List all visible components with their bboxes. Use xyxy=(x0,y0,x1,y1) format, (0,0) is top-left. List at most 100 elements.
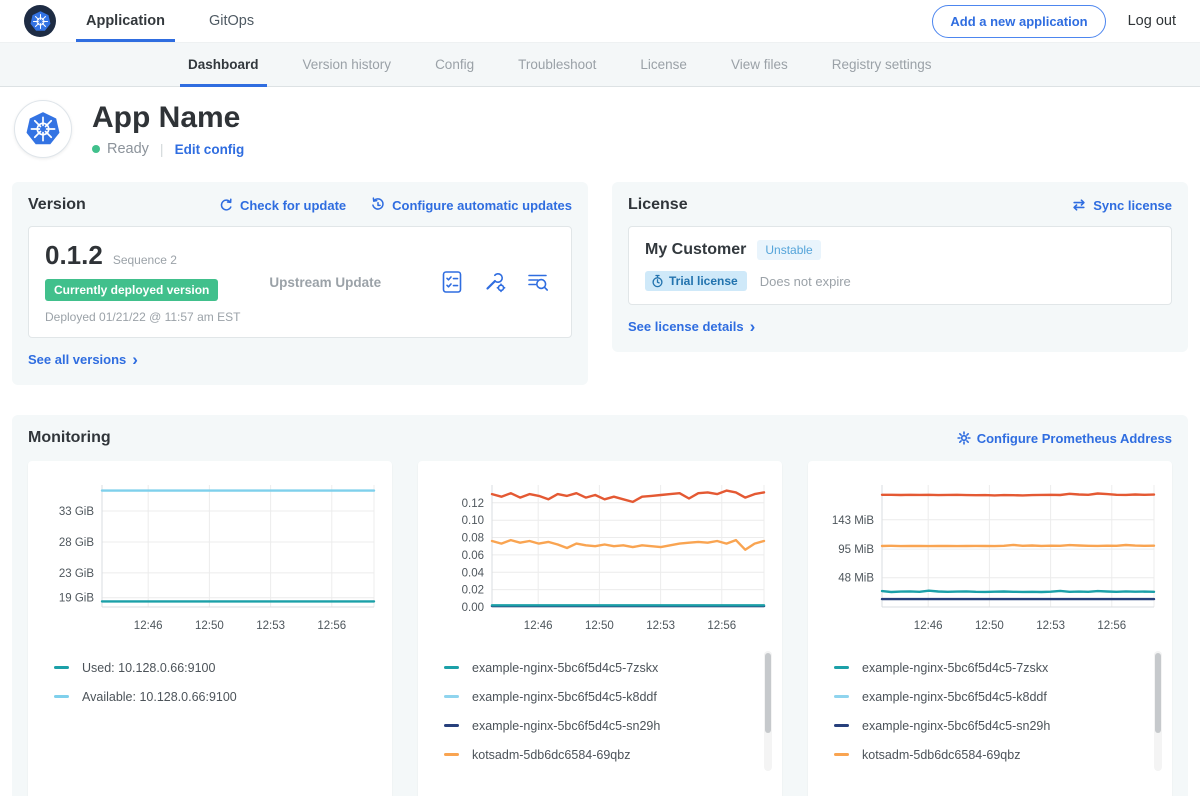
legend-swatch xyxy=(444,753,459,756)
cpu-usage-legend: example-nginx-5bc6f5d4c5-7zskx example-ng… xyxy=(428,653,772,769)
svg-text:12:53: 12:53 xyxy=(256,620,285,632)
legend-swatch xyxy=(444,695,459,698)
subnav-tab-config[interactable]: Config xyxy=(413,43,496,86)
license-type-badge: Trial license xyxy=(645,271,747,291)
svg-text:0.00: 0.00 xyxy=(462,602,484,614)
see-license-details-link[interactable]: See license details› xyxy=(628,319,755,334)
legend-label: kotsadm-5db6dc6584-69qbz xyxy=(472,748,630,762)
memory-usage-legend: example-nginx-5bc6f5d4c5-7zskx example-ng… xyxy=(818,653,1162,769)
disk-usage-chart: 12:4612:5012:5312:5633 GiB28 GiB23 GiB19… xyxy=(38,473,382,639)
add-application-button[interactable]: Add a new application xyxy=(932,5,1105,38)
subnav-tab-view-files[interactable]: View files xyxy=(709,43,810,86)
deployed-badge: Currently deployed version xyxy=(45,279,218,301)
app-header: App Name Ready | Edit config xyxy=(0,87,1200,172)
svg-text:0.10: 0.10 xyxy=(462,515,484,527)
legend-scrollbar[interactable] xyxy=(1154,651,1162,771)
legend-swatch xyxy=(444,724,459,727)
memory-usage-chart: 12:4612:5012:5312:56143 MiB95 MiB48 MiB xyxy=(818,473,1162,639)
legend-swatch xyxy=(834,753,849,756)
charts-row: 12:46 12:50 12:53 12:56 33 GiB 28 GiB 23 GiB 19… xyxy=(28,461,1172,796)
refresh-icon xyxy=(219,198,234,213)
logout-link[interactable]: Log out xyxy=(1128,13,1176,29)
cards-row: Version Check for update xyxy=(0,182,1200,385)
subnav-tab-troubleshoot[interactable]: Troubleshoot xyxy=(496,43,618,86)
legend-item: Available: 10.128.0.66:9100 xyxy=(54,682,382,711)
memory-usage-chart-card: 12:4612:5012:5312:56143 MiB95 MiB48 MiB … xyxy=(808,461,1172,796)
configure-automatic-updates-link[interactable]: Configure automatic updates xyxy=(370,197,572,213)
svg-text:12:50: 12:50 xyxy=(585,620,614,632)
legend-item: example-nginx-5bc6f5d4c5-7zskx xyxy=(444,653,772,682)
current-version-box: 0.1.2 Sequence 2 Currently deployed vers… xyxy=(28,226,572,338)
svg-text:12:46: 12:46 xyxy=(914,620,943,632)
legend-item: example-nginx-5bc6f5d4c5-sn29h xyxy=(444,711,772,740)
svg-text:28 GiB: 28 GiB xyxy=(59,537,94,549)
svg-text:12:56: 12:56 xyxy=(317,620,346,632)
legend-item: example-nginx-5bc6f5d4c5-7zskx xyxy=(834,653,1162,682)
legend-label: example-nginx-5bc6f5d4c5-k8ddf xyxy=(862,690,1047,704)
version-card-title: Version xyxy=(28,196,86,214)
version-sequence: Sequence 2 xyxy=(113,253,177,267)
legend-swatch xyxy=(54,666,69,669)
preflight-checks-icon[interactable] xyxy=(439,269,465,295)
legend-label: example-nginx-5bc6f5d4c5-k8ddf xyxy=(472,690,657,704)
kubernetes-logo-icon xyxy=(24,5,56,37)
svg-text:0.06: 0.06 xyxy=(462,550,484,562)
legend-label: example-nginx-5bc6f5d4c5-sn29h xyxy=(472,719,660,733)
monitoring-title: Monitoring xyxy=(28,429,111,447)
sync-license-link[interactable]: Sync license xyxy=(1071,198,1172,213)
license-details-box: My Customer Unstable Trial license Does … xyxy=(628,226,1172,305)
svg-text:12:56: 12:56 xyxy=(1097,620,1126,632)
tab-application[interactable]: Application xyxy=(86,0,165,42)
check-for-update-link[interactable]: Check for update xyxy=(219,198,346,213)
legend-item: example-nginx-5bc6f5d4c5-k8ddf xyxy=(834,682,1162,711)
page-title: App Name xyxy=(92,101,244,134)
svg-text:33 GiB: 33 GiB xyxy=(59,506,94,518)
legend-label: Used: 10.128.0.66:9100 xyxy=(82,661,215,675)
top-nav: Application GitOps Add a new application… xyxy=(0,0,1200,42)
legend-swatch xyxy=(54,695,69,698)
svg-text:23 GiB: 23 GiB xyxy=(59,568,94,580)
edit-config-link[interactable]: Edit config xyxy=(175,142,245,157)
svg-text:95 MiB: 95 MiB xyxy=(838,544,874,556)
svg-text:19 GiB: 19 GiB xyxy=(59,593,94,605)
disk-usage-legend: Used: 10.128.0.66:9100 Available: 10.128.… xyxy=(38,653,382,711)
svg-text:0.08: 0.08 xyxy=(462,533,484,545)
configure-prometheus-link[interactable]: Configure Prometheus Address xyxy=(957,431,1172,446)
tab-gitops[interactable]: GitOps xyxy=(209,0,254,42)
subnav-tab-version-history[interactable]: Version history xyxy=(281,43,414,86)
svg-text:12:56: 12:56 xyxy=(707,620,736,632)
top-nav-right: Add a new application Log out xyxy=(932,5,1176,38)
status-text: Ready xyxy=(107,141,149,157)
update-type-label: Upstream Update xyxy=(269,275,439,290)
subnav-tab-registry-settings[interactable]: Registry settings xyxy=(810,43,954,86)
svg-text:143 MiB: 143 MiB xyxy=(832,515,875,527)
subnav-tab-dashboard[interactable]: Dashboard xyxy=(166,43,281,86)
monitoring-section: Monitoring Configure Prometheus Address … xyxy=(12,415,1188,796)
legend-item: kotsadm-5db6dc6584-69qbz xyxy=(834,740,1162,769)
svg-text:0.12: 0.12 xyxy=(462,498,484,510)
legend-label: Available: 10.128.0.66:9100 xyxy=(82,690,237,704)
channel-badge: Unstable xyxy=(757,240,820,260)
legend-swatch xyxy=(444,666,459,669)
license-card-title: License xyxy=(628,196,688,214)
cpu-usage-chart-card: 12:4612:5012:5312:560.120.100.080.060.04… xyxy=(418,461,782,796)
legend-label: example-nginx-5bc6f5d4c5-sn29h xyxy=(862,719,1050,733)
top-nav-tabs: Application GitOps xyxy=(86,0,298,42)
gear-icon xyxy=(957,431,971,445)
clock-refresh-icon xyxy=(370,197,386,213)
status-dot-icon xyxy=(92,145,100,153)
legend-scrollbar[interactable] xyxy=(764,651,772,771)
svg-text:0.04: 0.04 xyxy=(462,567,485,579)
kots-admin-console: Application GitOps Add a new application… xyxy=(0,0,1200,796)
app-status-row: Ready | Edit config xyxy=(92,141,244,157)
legend-swatch xyxy=(834,695,849,698)
deployed-timestamp: Deployed 01/21/22 @ 11:57 am EST xyxy=(45,310,269,324)
chevron-right-icon: › xyxy=(750,322,756,332)
sub-nav: Dashboard Version history Config Trouble… xyxy=(0,42,1200,87)
config-wrench-icon[interactable] xyxy=(482,269,508,295)
cpu-usage-chart: 12:4612:5012:5312:560.120.100.080.060.04… xyxy=(428,473,772,639)
svg-text:12:46: 12:46 xyxy=(524,620,553,632)
see-all-versions-link[interactable]: See all versions› xyxy=(28,352,138,367)
subnav-tab-license[interactable]: License xyxy=(618,43,709,86)
deploy-logs-icon[interactable] xyxy=(525,269,551,295)
